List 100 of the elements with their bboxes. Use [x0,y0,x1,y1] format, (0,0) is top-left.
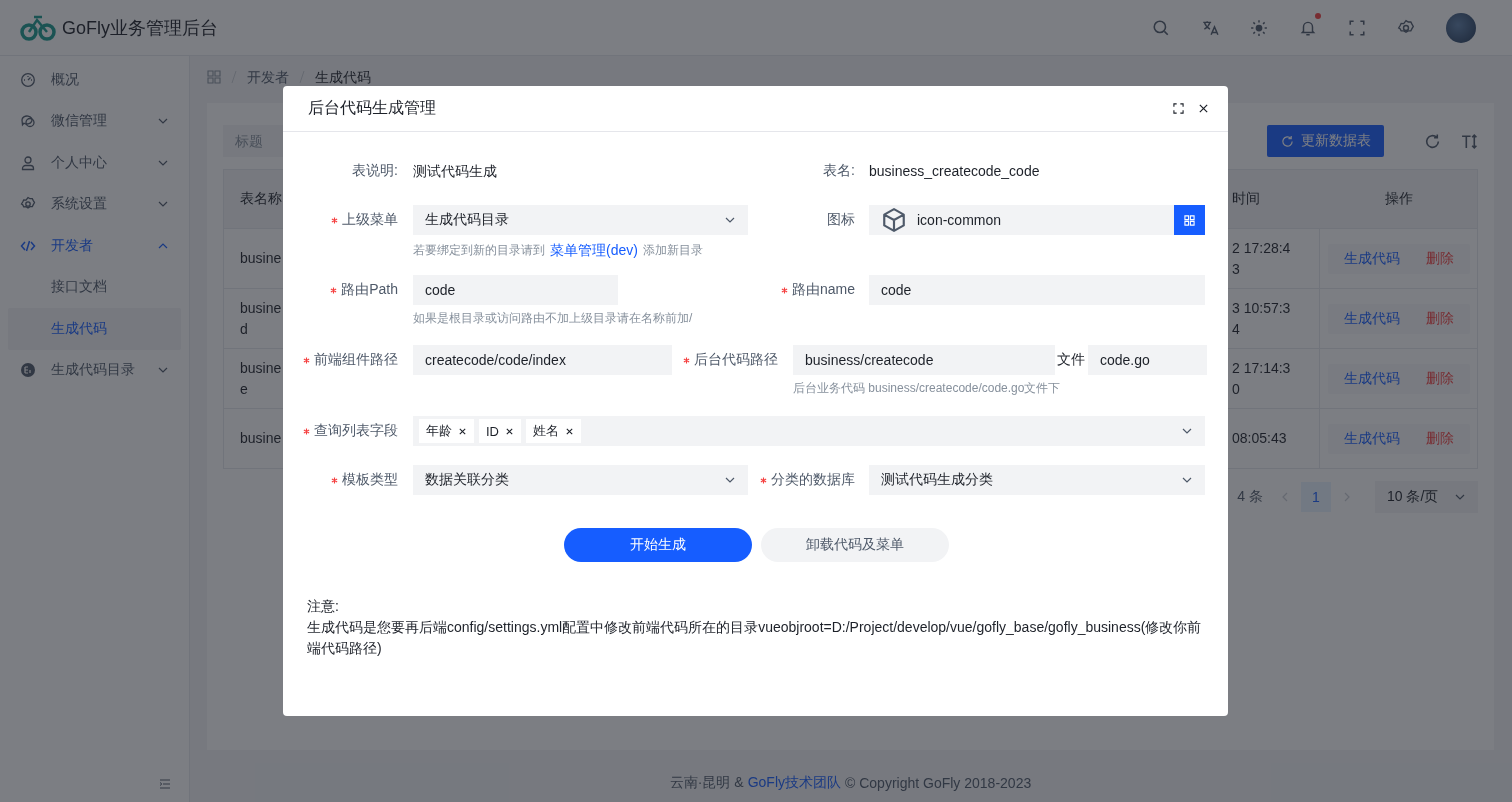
hint-text: 若要绑定到新的目录请到 [413,242,545,259]
action-link[interactable]: 删除 [1425,309,1454,328]
column-header: 表名称 [239,190,283,208]
form-value: business_createcode_code [869,162,1040,181]
form-label: 表名: [823,162,855,180]
route-name-input[interactable]: code [869,275,1205,305]
form-value: 测试代码生成 [413,162,498,181]
grid-icon [1184,214,1195,226]
sun-icon[interactable] [1250,18,1268,37]
table-cell-text: 2 17:14:3 [1232,358,1292,378]
field-tag[interactable]: 年龄 [419,419,474,443]
table-cell-text: busine [240,249,283,268]
file-name-input[interactable]: code.go [1088,345,1207,375]
template-type-select[interactable]: 数据关联分类 [413,465,748,495]
circle-icon [20,362,36,379]
total-count: 4 条 [1237,488,1263,506]
table-cell-text: 3 [1232,259,1241,279]
field-tag[interactable]: 姓名 [526,419,581,443]
action-link[interactable]: 删除 [1425,369,1454,388]
grid-icon [207,69,221,84]
user-icon [20,154,36,171]
action-link[interactable]: 删除 [1425,249,1454,268]
sidebar-subitem[interactable]: 接口文档 [8,266,181,308]
sidebar-item[interactable]: 个人中心 [8,142,181,184]
sidebar-item[interactable]: 微信管理 [8,100,181,142]
dialog-title: 后台代码生成管理 [308,98,436,118]
close-icon[interactable] [565,426,574,436]
form-label: 模板类型 [342,471,398,489]
table-cell-text: busine [240,429,283,448]
breadcrumb-item: 生成代码 [315,68,371,85]
table-cell-text: 3 10:57:3 [1232,298,1292,318]
backend-path-input[interactable]: business/createcode [793,345,1055,375]
footer-text: 云南·昆明 & [669,774,744,792]
sidebar-item[interactable]: 开发者 [8,225,181,267]
parent-menu-select[interactable]: 生成代码目录 [413,205,748,235]
avatar[interactable] [1446,12,1476,43]
table-cell-text: d [240,319,249,339]
form-label: 上级菜单 [342,211,398,229]
table-cell-text: e [240,379,249,399]
form-label: 文件 [1057,351,1085,369]
page-size-select[interactable]: 10 条/页 [1375,481,1478,513]
form-label: 路由name [791,281,855,299]
refresh-icon [1280,134,1294,148]
column-header: 时间 [1231,190,1261,208]
category-database-select[interactable]: 测试代码生成分类 [869,465,1205,495]
table-cell-text: busine [240,358,283,378]
footer-link[interactable]: GoFly技术团队 [747,774,841,792]
action-link[interactable]: 删除 [1425,429,1454,448]
table-cell-text: 0 [1232,379,1241,399]
table-cell-text: 4 [1232,319,1241,339]
frontend-path-input[interactable]: createcode/code/index [413,345,672,375]
form-label: 路由Path [341,281,398,299]
fullscreen-icon[interactable] [1348,18,1366,37]
form-label: 分类的数据库 [771,471,855,489]
note-title: 注意: [307,597,340,616]
close-icon[interactable] [1198,103,1209,114]
gauge-icon [20,71,36,88]
close-icon[interactable] [458,426,467,436]
form-label: 后台代码路径 [694,351,778,369]
collapse-icon[interactable] [159,778,171,790]
sidebar-item[interactable]: 生成代码目录 [8,349,181,391]
hint-text: 如果是根目录或访问路由不加上级目录请在名称前加/ [413,310,693,327]
note-text: 生成代码是您要再后端config/settings.yml配置中修改前端代码所在的目录vueobjroot=D:/Project/develop/vue/gofly_base/gofly_business(修改你前端代码路径) [307,618,1203,658]
menu-management-link[interactable]: 菜单管理(dev) [550,241,638,259]
refresh-icon[interactable] [1424,132,1441,150]
footer-text: © Copyright GoFly 2018-2023 [845,775,1032,791]
column-header: 操作 [1383,190,1414,208]
hint-text: 后台业务代码 business/createcode/code.go文件下 [793,380,1061,397]
form-label: 前端组件路径 [314,351,398,369]
field-tag[interactable]: ID [479,419,521,443]
action-link[interactable]: 生成代码 [1343,249,1400,268]
table-cell-text: 2 17:28:4 [1232,238,1292,258]
route-path-input[interactable]: code [413,275,618,305]
list-fields-select[interactable]: 年龄 ID 姓名 [413,416,1205,446]
cube-icon [881,207,907,233]
action-link[interactable]: 生成代码 [1343,369,1400,388]
icon-picker-button[interactable] [1174,205,1205,235]
form-label: 图标 [827,211,855,229]
translate-icon[interactable] [1201,18,1219,37]
chat-icon [20,113,36,130]
sidebar-item[interactable]: 概况 [8,59,181,101]
search-icon[interactable] [1152,18,1170,37]
table-cell-text: busine [240,298,283,318]
action-link[interactable]: 生成代码 [1343,309,1400,328]
fullscreen-icon[interactable] [1173,103,1184,114]
form-label: 表说明: [352,162,398,180]
uninstall-button[interactable]: 卸载代码及菜单 [760,528,949,562]
form-label: 查询列表字段 [314,422,398,440]
action-link[interactable]: 生成代码 [1343,429,1400,448]
sidebar-item[interactable]: 系统设置 [8,183,181,225]
close-icon[interactable] [505,426,514,436]
update-table-button[interactable]: 更新数据表 [1267,125,1384,157]
page-number[interactable]: 1 [1301,482,1331,512]
breadcrumb-item[interactable]: 开发者 [247,68,289,85]
hint-text: 添加新目录 [642,242,703,259]
icon-select-field[interactable]: icon-common [869,205,1205,235]
sidebar-subitem[interactable]: 生成代码 [8,308,181,350]
generate-button[interactable]: 开始生成 [563,528,752,562]
font-size-icon[interactable] [1461,132,1478,150]
app-title: GoFly业务管理后台 [62,16,218,40]
